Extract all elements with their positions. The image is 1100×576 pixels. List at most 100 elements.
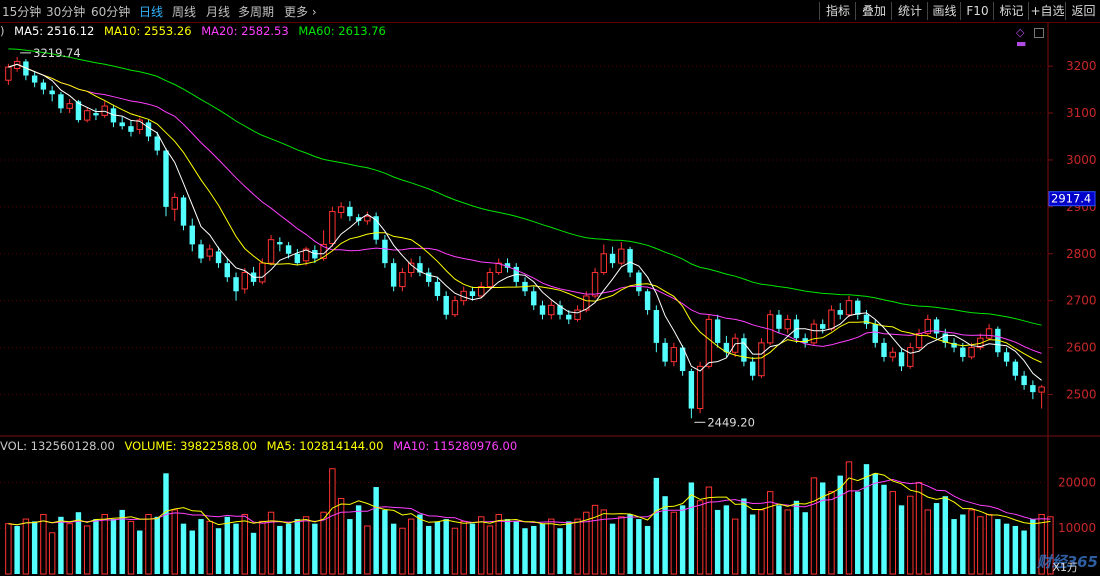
volume-bar bbox=[233, 523, 239, 574]
candle-body bbox=[83, 110, 91, 121]
ma5-line bbox=[8, 63, 1042, 381]
candle-body bbox=[810, 323, 818, 344]
candle-body bbox=[819, 324, 826, 329]
current-price-label: 2917.4 bbox=[1051, 192, 1091, 206]
candle-body bbox=[907, 347, 914, 367]
ma20-line bbox=[8, 63, 1042, 354]
candle-body bbox=[329, 211, 336, 244]
volume-bar bbox=[382, 509, 388, 574]
volume-bar bbox=[434, 521, 441, 574]
candle-body bbox=[259, 262, 266, 283]
volume-bar bbox=[793, 500, 800, 574]
candle-body bbox=[1012, 361, 1019, 376]
candle-body bbox=[1003, 352, 1010, 362]
candle-body bbox=[5, 66, 12, 81]
price-tick-label: 3000 bbox=[1066, 153, 1097, 167]
volume-bar bbox=[609, 523, 616, 574]
candle-body bbox=[889, 351, 896, 358]
volume-bar bbox=[451, 527, 459, 575]
volume-unit-label: X1万 bbox=[1052, 561, 1078, 574]
volume-bar bbox=[881, 484, 887, 574]
candle-body bbox=[40, 82, 47, 90]
volume-bar bbox=[127, 520, 135, 575]
volume-tick-label: 10000 bbox=[1058, 521, 1096, 535]
volume-bar bbox=[206, 520, 213, 575]
volume-bar bbox=[1012, 525, 1019, 574]
candle-body bbox=[145, 122, 152, 137]
annotation-low: 2449.20 bbox=[707, 415, 755, 429]
volume-bar bbox=[460, 520, 467, 575]
candle-body bbox=[233, 277, 239, 292]
candle-body bbox=[163, 150, 169, 207]
candle-body bbox=[855, 300, 861, 315]
volume-bar bbox=[5, 523, 12, 575]
volume-bar bbox=[627, 514, 633, 574]
candle-body bbox=[347, 206, 353, 217]
candle-body bbox=[636, 272, 642, 292]
volume-bar bbox=[58, 516, 64, 574]
volume-bar bbox=[522, 528, 528, 574]
candle-body bbox=[705, 318, 713, 367]
candle-body bbox=[758, 342, 765, 377]
price-tick-label: 2800 bbox=[1066, 247, 1097, 261]
volume-bar bbox=[250, 532, 257, 574]
volume-bar bbox=[40, 514, 47, 575]
volume-bar bbox=[478, 516, 485, 575]
volume-bar bbox=[924, 509, 932, 575]
candle-body bbox=[451, 300, 459, 316]
candle-body bbox=[434, 281, 441, 296]
volume-bar bbox=[705, 486, 713, 575]
price-tick-label: 2500 bbox=[1066, 387, 1097, 401]
candle-body bbox=[881, 342, 887, 357]
candle-body bbox=[267, 239, 275, 264]
candle-body bbox=[171, 196, 178, 210]
volume-bar bbox=[48, 532, 56, 575]
volume-bar bbox=[101, 514, 108, 575]
volume-bar bbox=[872, 473, 878, 574]
candle-body bbox=[776, 314, 782, 329]
candle-body bbox=[486, 272, 494, 288]
volume-bar bbox=[1003, 523, 1010, 574]
volume-bar bbox=[469, 523, 476, 574]
volume-bar bbox=[137, 530, 143, 574]
price-tick-label: 3100 bbox=[1066, 106, 1097, 120]
candle-body bbox=[206, 248, 213, 257]
candle-body bbox=[241, 272, 249, 290]
volume-bar bbox=[837, 475, 843, 574]
volume-bar bbox=[154, 516, 160, 574]
candle-body bbox=[644, 291, 651, 311]
volume-bar bbox=[145, 514, 152, 575]
candle-body bbox=[531, 291, 537, 306]
candle-body bbox=[277, 242, 283, 245]
candle-body bbox=[731, 337, 739, 353]
price-tick-label: 3200 bbox=[1066, 59, 1097, 73]
volume-bar bbox=[93, 519, 99, 574]
volume-bar bbox=[731, 518, 739, 575]
candle-body bbox=[539, 305, 546, 315]
candle-body bbox=[154, 136, 160, 151]
volume-bar bbox=[889, 491, 896, 575]
volume-bar bbox=[355, 505, 362, 574]
volume-bar bbox=[241, 514, 249, 575]
candle-body bbox=[837, 310, 843, 315]
candle-body bbox=[399, 272, 406, 288]
volume-bar bbox=[443, 519, 449, 574]
candle-body bbox=[189, 225, 195, 245]
candle-body bbox=[618, 248, 625, 264]
volume-bar bbox=[495, 514, 502, 575]
volume-bar bbox=[390, 523, 397, 574]
candle-body bbox=[66, 103, 73, 109]
volume-bar bbox=[574, 518, 581, 575]
candle-body bbox=[741, 338, 747, 362]
volume-bar bbox=[714, 509, 721, 574]
candle-body bbox=[749, 361, 756, 376]
candle-body bbox=[180, 197, 187, 226]
volume-bar bbox=[670, 511, 678, 575]
volume-bar bbox=[1030, 519, 1036, 574]
volume-bar bbox=[312, 523, 318, 574]
volume-bar bbox=[942, 496, 949, 574]
candle-body bbox=[872, 324, 878, 343]
volume-bar bbox=[259, 520, 266, 575]
volume-bar bbox=[347, 519, 353, 574]
volume-bar bbox=[968, 509, 975, 575]
